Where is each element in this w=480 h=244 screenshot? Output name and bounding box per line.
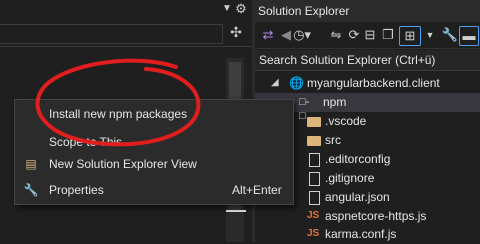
menu-item-new-solution-explorer-view[interactable]: ▤ New Solution Explorer View (15, 152, 293, 176)
npm-icon: □-□ (299, 96, 310, 122)
solution-explorer-search[interactable]: Search Solution Explorer (Ctrl+ü) (255, 50, 480, 71)
tree-item-label: .gitignore (325, 171, 375, 185)
tree-item-label: .vscode (325, 114, 367, 128)
folder-icon (307, 136, 321, 146)
tree-item-label: aspnetcore-https.js (325, 209, 427, 223)
menu-item-label: Properties (49, 183, 104, 197)
context-menu: Install new npm packages Scope to This ▤… (14, 99, 294, 205)
menu-item-label: New Solution Explorer View (49, 157, 197, 171)
file-icon (309, 153, 320, 167)
pending-changes-icon[interactable]: ⇋ (327, 26, 345, 44)
tree-item-label: angular.json (325, 190, 390, 204)
tree-item-file[interactable]: JS karma.conf.js (255, 225, 480, 244)
expand-arrow-icon[interactable]: ◢ (271, 76, 285, 90)
editor-title-bar (0, 0, 252, 20)
show-all-files-icon[interactable]: ❐ (379, 26, 397, 44)
menu-item-scope-to-this[interactable]: Scope to This (15, 130, 293, 154)
menu-item-label: Scope to This (49, 135, 123, 149)
new-view-icon: ▤ (25, 157, 37, 171)
preview-selected-items-icon[interactable]: ▬ (459, 26, 479, 46)
tree-item-label: .editorconfig (325, 152, 391, 166)
folder-icon (307, 117, 321, 127)
menu-item-install-npm-packages[interactable]: Install new npm packages (15, 102, 293, 126)
solution-explorer-toolbar: ⇄ ◀ ◷▾ ⇋ ⟳ ⊟ ❐ ⊞ ▼ 🔧 ▬ (255, 22, 480, 49)
wrench-icon: 🔧 (23, 183, 39, 197)
history-icon[interactable]: ◷▾ (293, 26, 311, 44)
tree-item-label: karma.conf.js (325, 227, 397, 241)
splitter-handle[interactable] (226, 210, 246, 212)
editor-navigation-bar[interactable] (0, 24, 223, 44)
tree-item-label: myangularbackend.client (307, 76, 440, 90)
chevron-down-icon[interactable]: ▼ (221, 2, 233, 16)
tree-item-file[interactable]: JS aspnetcore-https.js (255, 207, 480, 226)
view-switch-icon[interactable]: ⊞ (399, 26, 421, 46)
chevron-down-icon[interactable]: ▼ (421, 26, 439, 44)
menu-item-label: Install new npm packages (49, 107, 188, 121)
globe-icon: 🌐 (289, 76, 304, 90)
menu-item-shortcut: Alt+Enter (232, 183, 282, 197)
solution-explorer-title-bar: Solution Explorer (255, 0, 480, 22)
sync-with-active-document-icon[interactable]: ⇄ (259, 26, 277, 44)
file-icon (309, 172, 320, 186)
js-icon: JS (307, 228, 320, 239)
tree-item-label: npm (323, 95, 347, 109)
solution-explorer-title: Solution Explorer (258, 4, 350, 18)
collapse-all-icon[interactable]: ⊟ (361, 26, 379, 44)
tree-item-project[interactable]: ◢ 🌐 myangularbackend.client (255, 74, 480, 93)
tree-item-label: src (325, 133, 341, 147)
menu-item-properties[interactable]: 🔧 Properties Alt+Enter (15, 178, 293, 202)
gear-icon[interactable]: ⚙ (234, 1, 248, 17)
file-icon (309, 191, 320, 205)
search-placeholder: Search Solution Explorer (Ctrl+ü) (259, 53, 436, 67)
properties-wrench-icon[interactable]: 🔧 (441, 26, 459, 44)
js-icon: JS (307, 210, 320, 221)
split-icon[interactable]: ✣ (228, 24, 244, 40)
